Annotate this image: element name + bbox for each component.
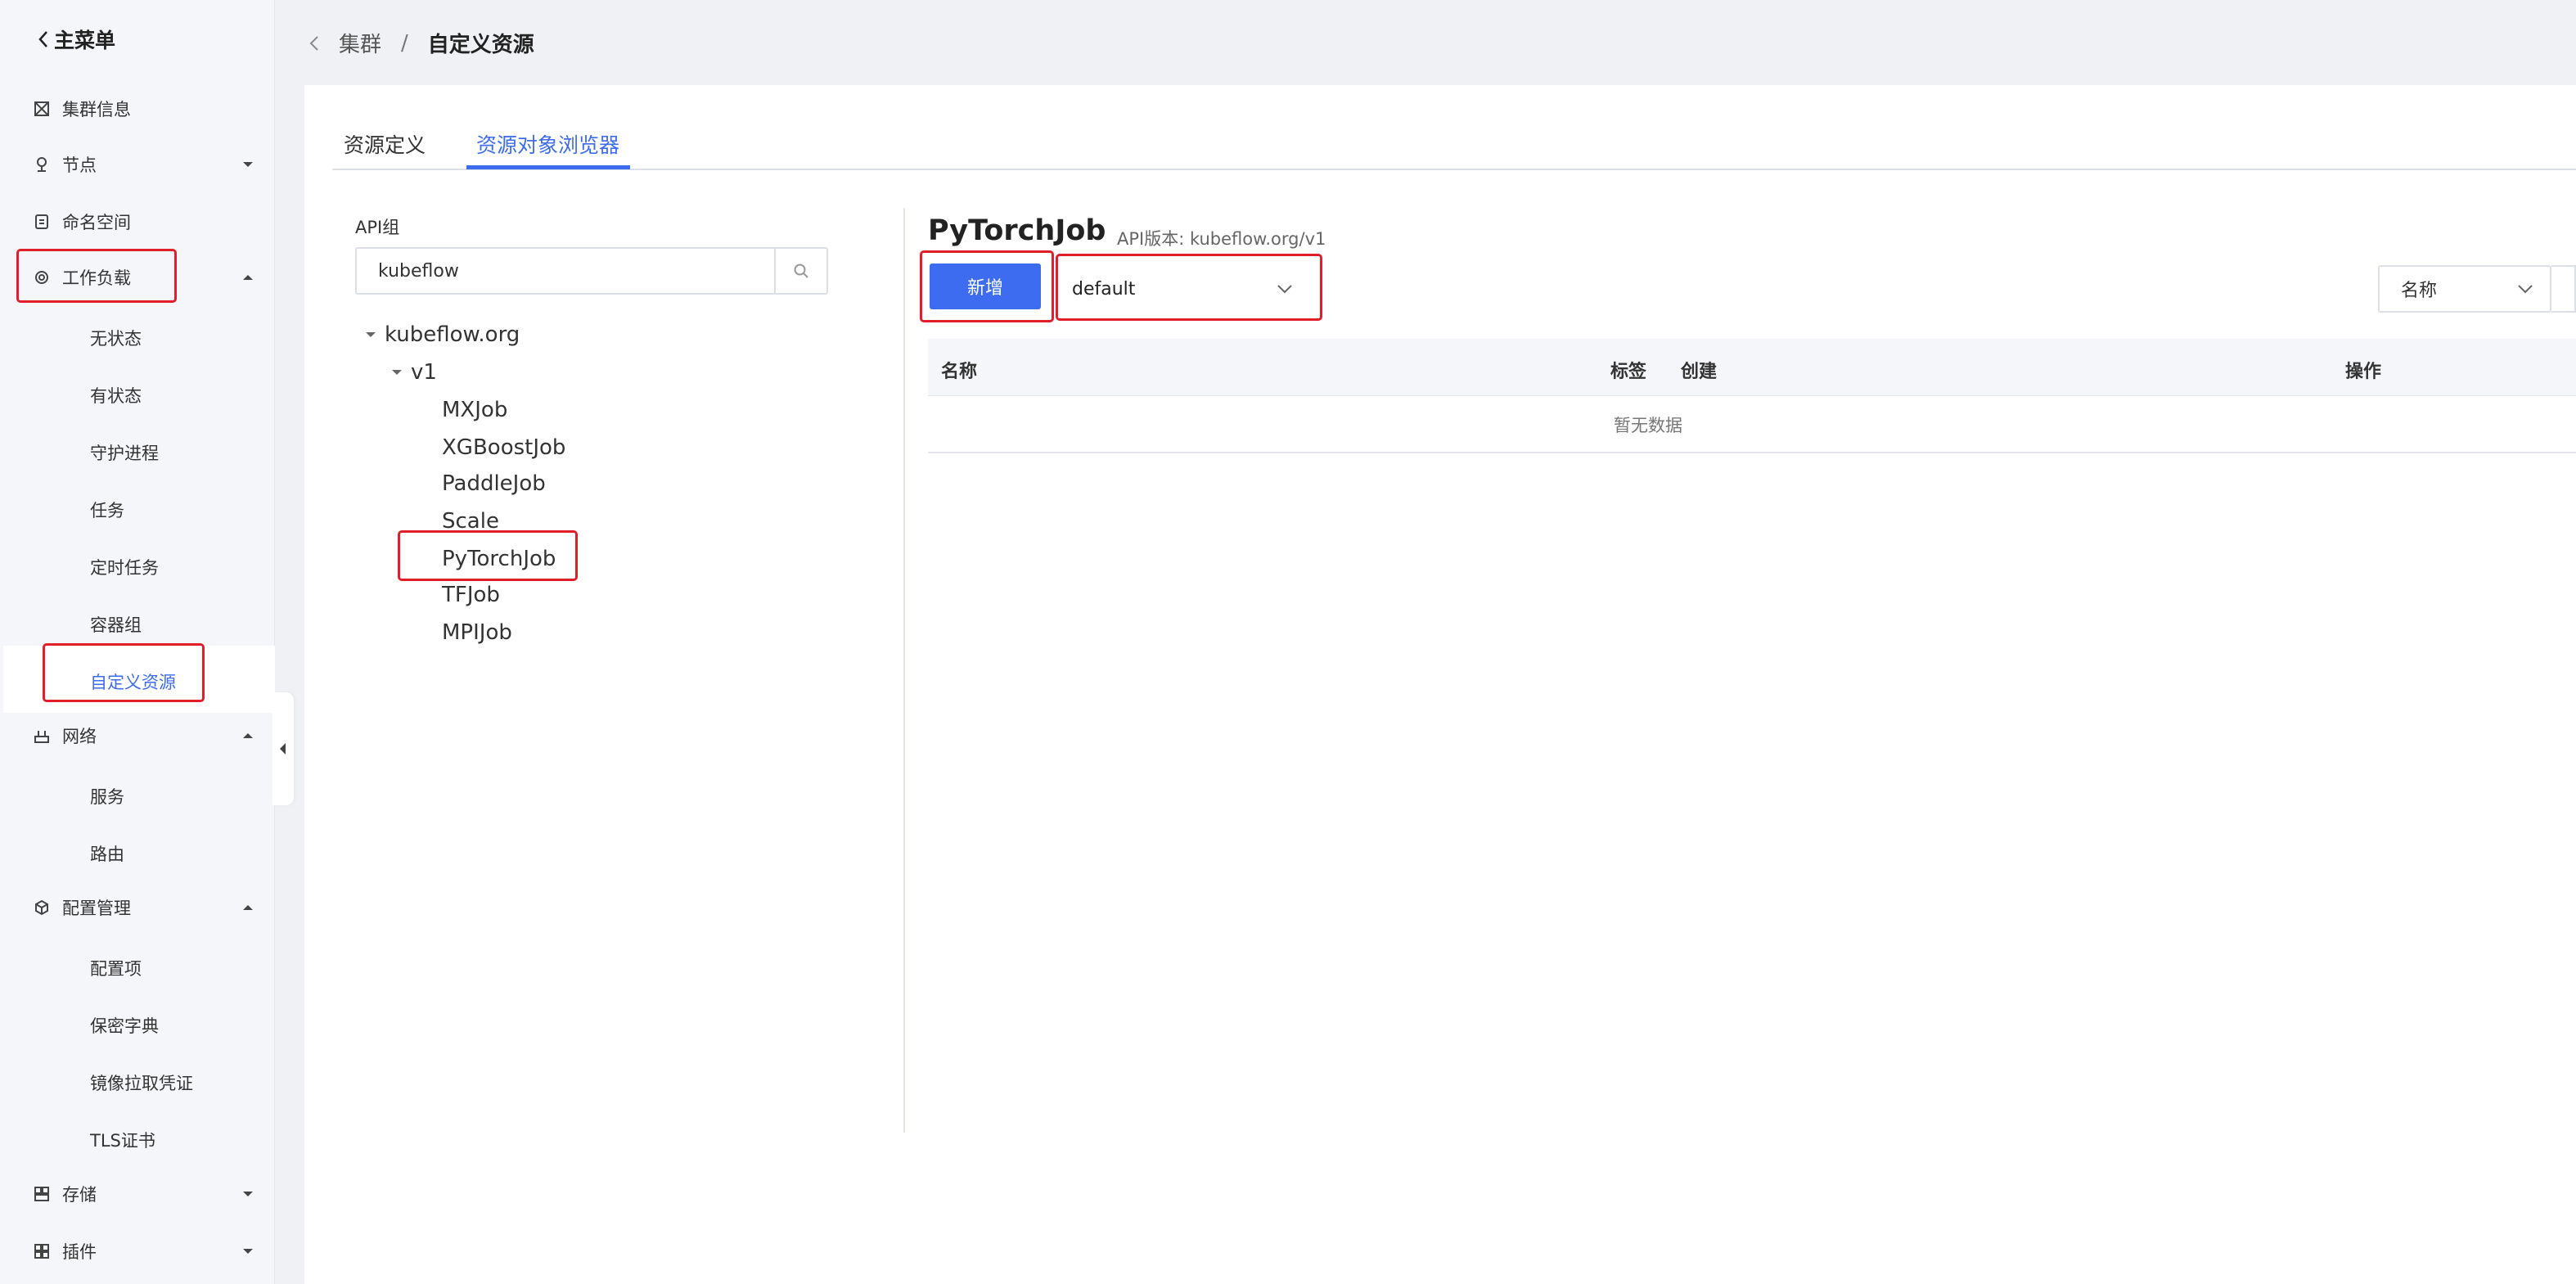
tree-leaf-paddlejob[interactable]: PaddleJob — [442, 471, 546, 496]
api-group-search-button[interactable] — [774, 249, 826, 293]
sidebar-subitem-configmaps[interactable]: 配置项 — [90, 956, 142, 980]
sidebar-item-label: 集群信息 — [62, 100, 131, 119]
caret-down-icon — [243, 1192, 253, 1196]
sidebar-item-cluster-info[interactable]: 集群信息 — [33, 97, 254, 121]
caret-left-icon — [280, 743, 286, 755]
tree-node-group[interactable]: kubeflow.org — [365, 322, 520, 347]
caret-down-icon — [243, 162, 253, 167]
tree-leaf-pytorchjob[interactable]: PyTorchJob — [442, 547, 556, 571]
tree-leaf-mxjob[interactable]: MXJob — [442, 398, 507, 422]
resource-title: PyTorchJob — [928, 214, 1106, 247]
sidebar-item-label: 工作负载 — [62, 268, 131, 288]
sidebar-item-network[interactable]: 网络 — [33, 723, 254, 748]
storage-icon — [33, 1185, 51, 1203]
sidebar-item-nodes[interactable]: 节点 — [33, 152, 254, 177]
panel-divider — [903, 208, 905, 1133]
caret-down-icon — [366, 332, 376, 337]
sidebar-subitem-statefulsets[interactable]: 有状态 — [90, 383, 142, 408]
table-empty-row — [928, 396, 2576, 453]
api-group-input[interactable] — [357, 249, 774, 293]
tree-leaf-xgboostjob[interactable]: XGBoostJob — [442, 435, 565, 460]
caret-up-icon — [243, 905, 253, 910]
breadcrumb-parent[interactable]: 集群 — [339, 28, 381, 58]
tab-resource-definitions[interactable]: 资源定义 — [344, 129, 426, 159]
api-group-search — [355, 247, 828, 295]
tree-node-version[interactable]: v1 — [391, 360, 437, 385]
network-icon — [33, 727, 51, 745]
sidebar-subitem-image-pull-secrets[interactable]: 镜像拉取凭证 — [90, 1070, 193, 1095]
node-icon — [33, 155, 51, 173]
resource-api-version: API版本: kubeflow.org/v1 — [1117, 229, 1326, 249]
filter-field-select[interactable]: 名称 — [2378, 265, 2551, 313]
tree-node-label: kubeflow.org — [385, 322, 520, 347]
chevron-down-icon — [1277, 285, 1292, 294]
sidebar-item-plugins[interactable]: 插件 — [33, 1239, 254, 1264]
sidebar-subitem-custom-resources[interactable]: 自定义资源 — [90, 669, 176, 694]
back-label: 主菜单 — [54, 29, 116, 52]
sidebar-item-storage[interactable]: 存储 — [33, 1182, 254, 1206]
column-header-labels: 标签 — [1610, 362, 1647, 382]
breadcrumb: 集群 / 自定义资源 — [309, 28, 534, 58]
sidebar-subitem-daemonsets[interactable]: 守护进程 — [90, 440, 159, 465]
tabs-divider — [332, 169, 2576, 170]
plugin-icon — [33, 1242, 51, 1260]
chevron-left-icon — [38, 31, 47, 47]
tree-leaf-tfjob[interactable]: TFJob — [442, 583, 500, 607]
active-tab-indicator — [466, 165, 630, 169]
empty-state-text: 暂无数据 — [1614, 416, 1682, 435]
sidebar-item-namespaces[interactable]: 命名空间 — [33, 209, 254, 234]
namespace-select-value: default — [1072, 278, 1136, 300]
sidebar-item-label: 配置管理 — [62, 899, 131, 918]
breadcrumb-separator: / — [401, 30, 408, 56]
namespace-icon — [33, 213, 51, 231]
sidebar-subitem-pods[interactable]: 容器组 — [90, 612, 142, 637]
filter-field-value: 名称 — [2401, 281, 2438, 301]
config-icon — [33, 899, 51, 917]
sidebar: 主菜单 集群信息 节点 命名空间 工作负载 无状态 有状态 守护进程 任务 定时… — [0, 0, 275, 1284]
sidebar-item-label: 存储 — [62, 1185, 97, 1205]
workload-icon — [33, 268, 51, 286]
search-icon — [794, 264, 808, 278]
sidebar-subitem-ingress[interactable]: 路由 — [90, 841, 124, 866]
filter-value-input[interactable] — [2551, 265, 2576, 313]
sidebar-item-label: 插件 — [62, 1242, 97, 1262]
column-header-created: 创建 — [1681, 362, 1718, 382]
sidebar-item-label: 节点 — [62, 155, 97, 175]
main-panel: 资源定义 资源对象浏览器 API组 kubeflow.org v1 MXJob … — [304, 85, 2576, 1284]
tab-resource-object-browser[interactable]: 资源对象浏览器 — [476, 129, 619, 159]
sidebar-item-config[interactable]: 配置管理 — [33, 895, 254, 920]
sidebar-subitem-services[interactable]: 服务 — [90, 784, 124, 809]
column-header-actions: 操作 — [2345, 362, 2382, 382]
tree-node-label: v1 — [411, 360, 437, 385]
chevron-left-icon[interactable] — [309, 35, 319, 52]
column-header-name: 名称 — [941, 362, 978, 382]
tree-leaf-mpijob[interactable]: MPIJob — [442, 620, 512, 645]
back-to-main-menu[interactable]: 主菜单 — [38, 25, 115, 54]
sidebar-subitem-tls-certs[interactable]: TLS证书 — [90, 1128, 155, 1152]
sidebar-subitem-secrets[interactable]: 保密字典 — [90, 1013, 159, 1038]
sidebar-item-label: 命名空间 — [62, 213, 131, 232]
table-header: 名称 标签 创建 操作 — [928, 339, 2576, 396]
sidebar-subitem-deployments[interactable]: 无状态 — [90, 326, 142, 350]
sidebar-subitem-jobs[interactable]: 任务 — [90, 498, 124, 522]
cluster-icon — [33, 100, 51, 118]
caret-up-icon — [243, 733, 253, 738]
tree-leaf-scale[interactable]: Scale — [442, 509, 499, 534]
breadcrumb-current: 自定义资源 — [427, 33, 534, 57]
sidebar-collapse-toggle[interactable] — [272, 692, 294, 805]
caret-up-icon — [243, 275, 253, 280]
namespace-select[interactable]: default — [1057, 265, 1311, 313]
sidebar-item-workloads[interactable]: 工作负载 — [33, 265, 254, 290]
add-resource-button[interactable]: 新增 — [930, 264, 1041, 309]
caret-down-icon — [392, 370, 402, 375]
caret-down-icon — [243, 1249, 253, 1254]
api-group-label: API组 — [355, 218, 400, 237]
chevron-down-icon — [2518, 285, 2533, 294]
sidebar-subitem-cronjobs[interactable]: 定时任务 — [90, 555, 159, 579]
sidebar-item-label: 网络 — [62, 727, 97, 746]
